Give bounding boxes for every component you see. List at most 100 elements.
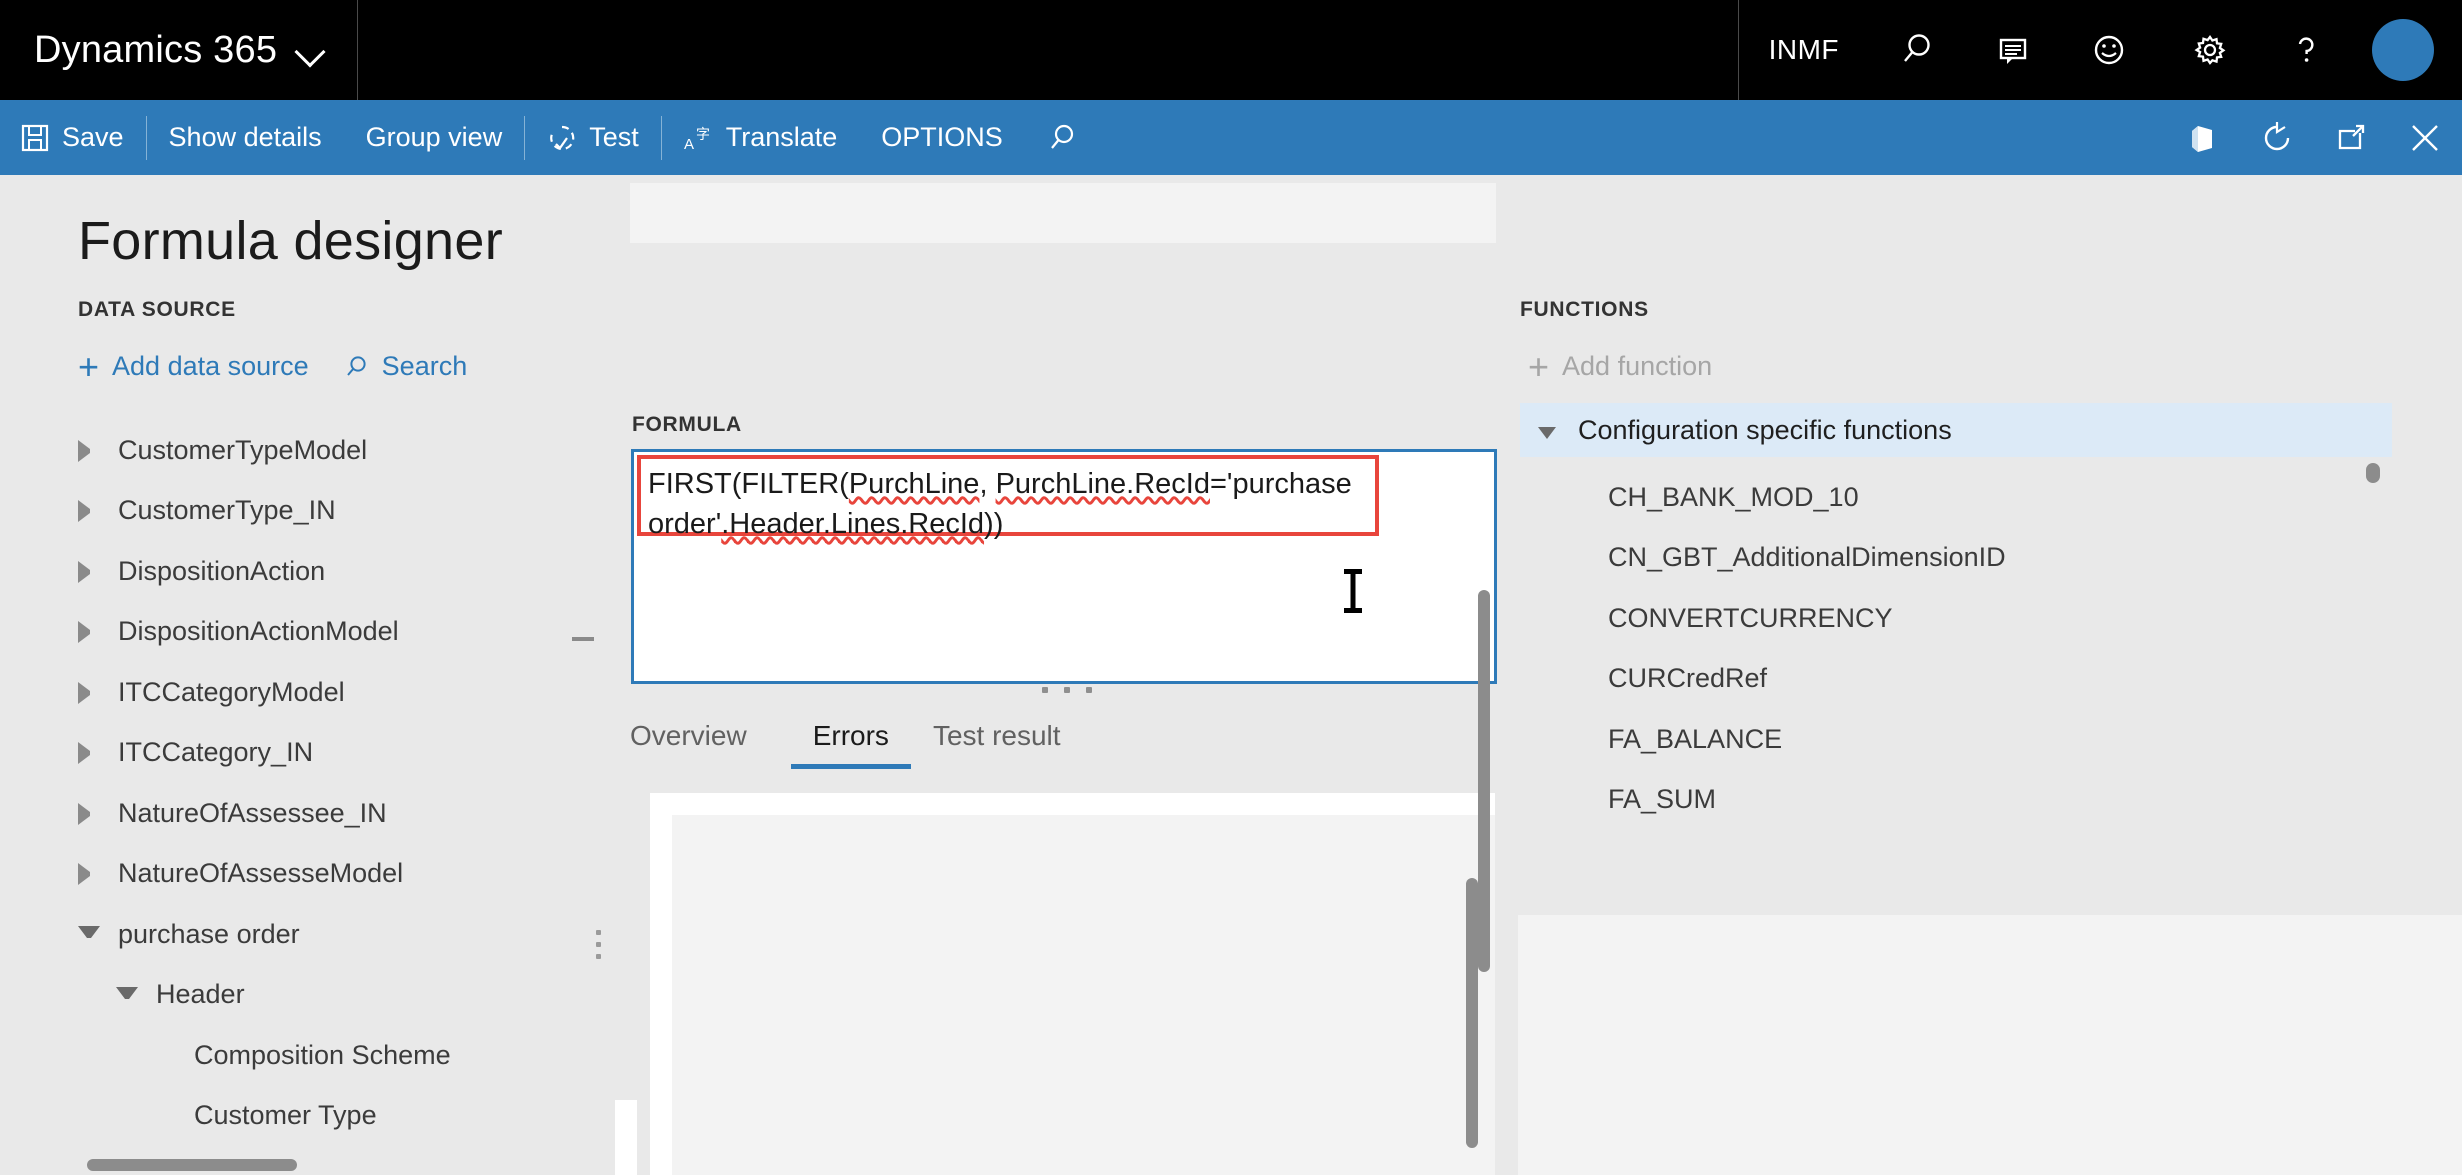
options-button[interactable]: OPTIONS [859, 100, 1025, 175]
function-group-row[interactable]: Configuration specific functions [1520, 403, 2392, 457]
data-source-search-button[interactable]: Search [343, 351, 468, 382]
horizontal-splitter-grip[interactable] [1042, 687, 1092, 693]
caret-expanded-icon [1538, 427, 1556, 439]
data-source-tree-row[interactable]: ITCCategoryModel [0, 662, 580, 723]
message-icon[interactable] [1965, 0, 2061, 100]
data-source-tree-label: ITCCategoryModel [118, 676, 345, 707]
close-icon[interactable] [2388, 100, 2462, 175]
function-list-item[interactable]: FA_SUM [1520, 770, 2392, 831]
tab-overview[interactable]: Overview [630, 720, 769, 769]
data-source-tree-row[interactable]: NatureOfAssesseModel [0, 844, 580, 905]
user-avatar[interactable] [2372, 19, 2434, 81]
formula-editor[interactable]: FIRST(FILTER(PurchLine, PurchLine.RecId=… [631, 449, 1497, 684]
data-source-section-label: DATA SOURCE [78, 298, 236, 321]
data-source-tree-row[interactable]: CustomerTypeModel [0, 420, 580, 481]
function-list-item[interactable]: CONVERTCURRENCY [1520, 588, 2392, 649]
formula-name-field[interactable] [630, 183, 1496, 243]
functions-scrollbar-thumb[interactable] [2366, 463, 2380, 483]
caret-collapsed-icon [78, 500, 100, 523]
function-list-item[interactable]: CH_BANK_MOD_10 [1520, 467, 2392, 528]
data-source-tree-label: ITCCategory_IN [118, 737, 314, 768]
data-source-tree-row[interactable]: NatureOfAssessee_IN [0, 783, 580, 844]
data-source-hscrollbar-thumb[interactable] [87, 1159, 297, 1171]
formula-panel-vscrollbar[interactable] [1478, 590, 1490, 972]
data-source-panel: DATA SOURCE + Add data source Search Cus… [0, 175, 580, 1175]
errors-panel [650, 793, 1495, 1175]
data-source-tree-row[interactable]: DispositionActionModel [0, 602, 580, 663]
data-source-tree-label: CustomerType_IN [118, 495, 336, 526]
plus-icon: + [1528, 345, 1550, 387]
caret-collapsed-icon [78, 681, 100, 704]
function-group-label: Configuration specific functions [1578, 414, 1952, 445]
caret-expanded-icon [78, 926, 100, 948]
data-source-tree-label: Customer Type [194, 1100, 377, 1131]
command-search-icon[interactable] [1025, 100, 1099, 175]
formula-error-highlight: FIRST(FILTER(PurchLine, PurchLine.RecId=… [637, 455, 1379, 540]
caret-collapsed-icon [78, 742, 100, 765]
functions-bottom-vscrollbar[interactable] [1466, 878, 1478, 1148]
add-function-button[interactable]: + Add function [1528, 345, 1713, 387]
save-button[interactable]: Save [0, 100, 146, 175]
data-source-tree-row[interactable]: CustomerType_IN [0, 481, 580, 542]
brand-label: Dynamics 365 [34, 28, 278, 71]
result-tabs: Overview Errors Test result [630, 720, 1083, 769]
translate-label: Translate [725, 122, 838, 152]
translate-button[interactable]: A字 Translate [662, 100, 860, 175]
data-source-tree-label: NatureOfAssessee_IN [118, 797, 387, 828]
company-selector[interactable]: INMF [1739, 34, 1869, 66]
gear-icon[interactable] [2162, 0, 2258, 100]
data-source-tree-label: purchase order [118, 918, 300, 949]
function-list-item[interactable]: FA_BALANCE [1520, 709, 2392, 770]
formula-expression-text: FIRST(FILTER(PurchLine, PurchLine.RecId=… [648, 464, 1375, 544]
question-mark-icon[interactable] [2258, 0, 2354, 100]
data-source-tree-label: DispositionAction [118, 555, 326, 586]
data-source-tree[interactable]: CustomerTypeModel CustomerType_IN Disposit… [0, 420, 580, 1140]
top-navbar: Dynamics 365 INMF [0, 0, 2462, 100]
tab-test-result[interactable]: Test result [911, 720, 1083, 769]
plus-icon: + [78, 345, 100, 387]
add-function-label: Add function [1562, 351, 1713, 381]
test-icon [550, 125, 575, 150]
formula-token-error: PurchLine.RecId [995, 468, 1210, 500]
command-bar: Save Show details Group view Test A字 Tra… [0, 100, 2462, 175]
data-source-tree-row[interactable]: purchase order [0, 904, 580, 965]
caret-collapsed-icon [78, 802, 100, 825]
data-source-search-label: Search [381, 351, 468, 381]
smiley-icon[interactable] [2061, 0, 2157, 100]
vertical-splitter-grip[interactable] [596, 930, 601, 959]
formula-token: )) [984, 508, 1004, 540]
function-list-item[interactable]: CURCredRef [1520, 649, 2392, 710]
search-icon[interactable] [1869, 0, 1965, 100]
errors-list[interactable] [672, 815, 1495, 1175]
formula-section-label: FORMULA [632, 413, 742, 436]
office-icon[interactable] [2166, 100, 2240, 175]
function-list-item[interactable]: CN_GBT_AdditionalDimensionID [1520, 528, 2392, 589]
formula-panel: FORMULA FIRST(FILTER(PurchLine, PurchLin… [630, 175, 1497, 1175]
panel-collapse-handle[interactable] [572, 637, 594, 641]
data-source-tree-row[interactable]: ITCCategory_IN [0, 723, 580, 784]
data-source-tree-row[interactable]: DispositionAction [0, 541, 580, 602]
data-source-hscrollbar-track[interactable] [0, 1153, 580, 1175]
command-bar-right-group [2166, 100, 2462, 175]
grip-dot [596, 942, 601, 947]
data-source-tree-row[interactable]: Header [0, 965, 580, 1026]
tab-errors[interactable]: Errors [790, 720, 911, 769]
function-details-panel [1518, 915, 2462, 1175]
pop-out-icon[interactable] [2314, 100, 2388, 175]
grip-dot [1064, 687, 1070, 693]
test-button[interactable]: Test [525, 100, 661, 175]
brand-menu-button[interactable]: Dynamics 365 [0, 0, 359, 100]
data-source-tree-label: NatureOfAssesseModel [118, 858, 404, 889]
add-data-source-button[interactable]: + Add data source [78, 345, 309, 387]
data-source-tree-row[interactable]: Composition Scheme [0, 1025, 580, 1086]
caret-collapsed-icon [78, 439, 100, 462]
navbar-spacer [358, 0, 1739, 100]
formula-token-error: .Header.Lines.RecId [721, 508, 985, 540]
show-details-button[interactable]: Show details [147, 100, 344, 175]
caret-collapsed-icon [78, 560, 100, 583]
data-source-tree-row[interactable]: Customer Type [0, 1086, 580, 1141]
show-details-label: Show details [168, 122, 322, 152]
group-view-button[interactable]: Group view [344, 100, 525, 175]
refresh-icon[interactable] [2240, 100, 2314, 175]
caret-placeholder [154, 1044, 176, 1066]
